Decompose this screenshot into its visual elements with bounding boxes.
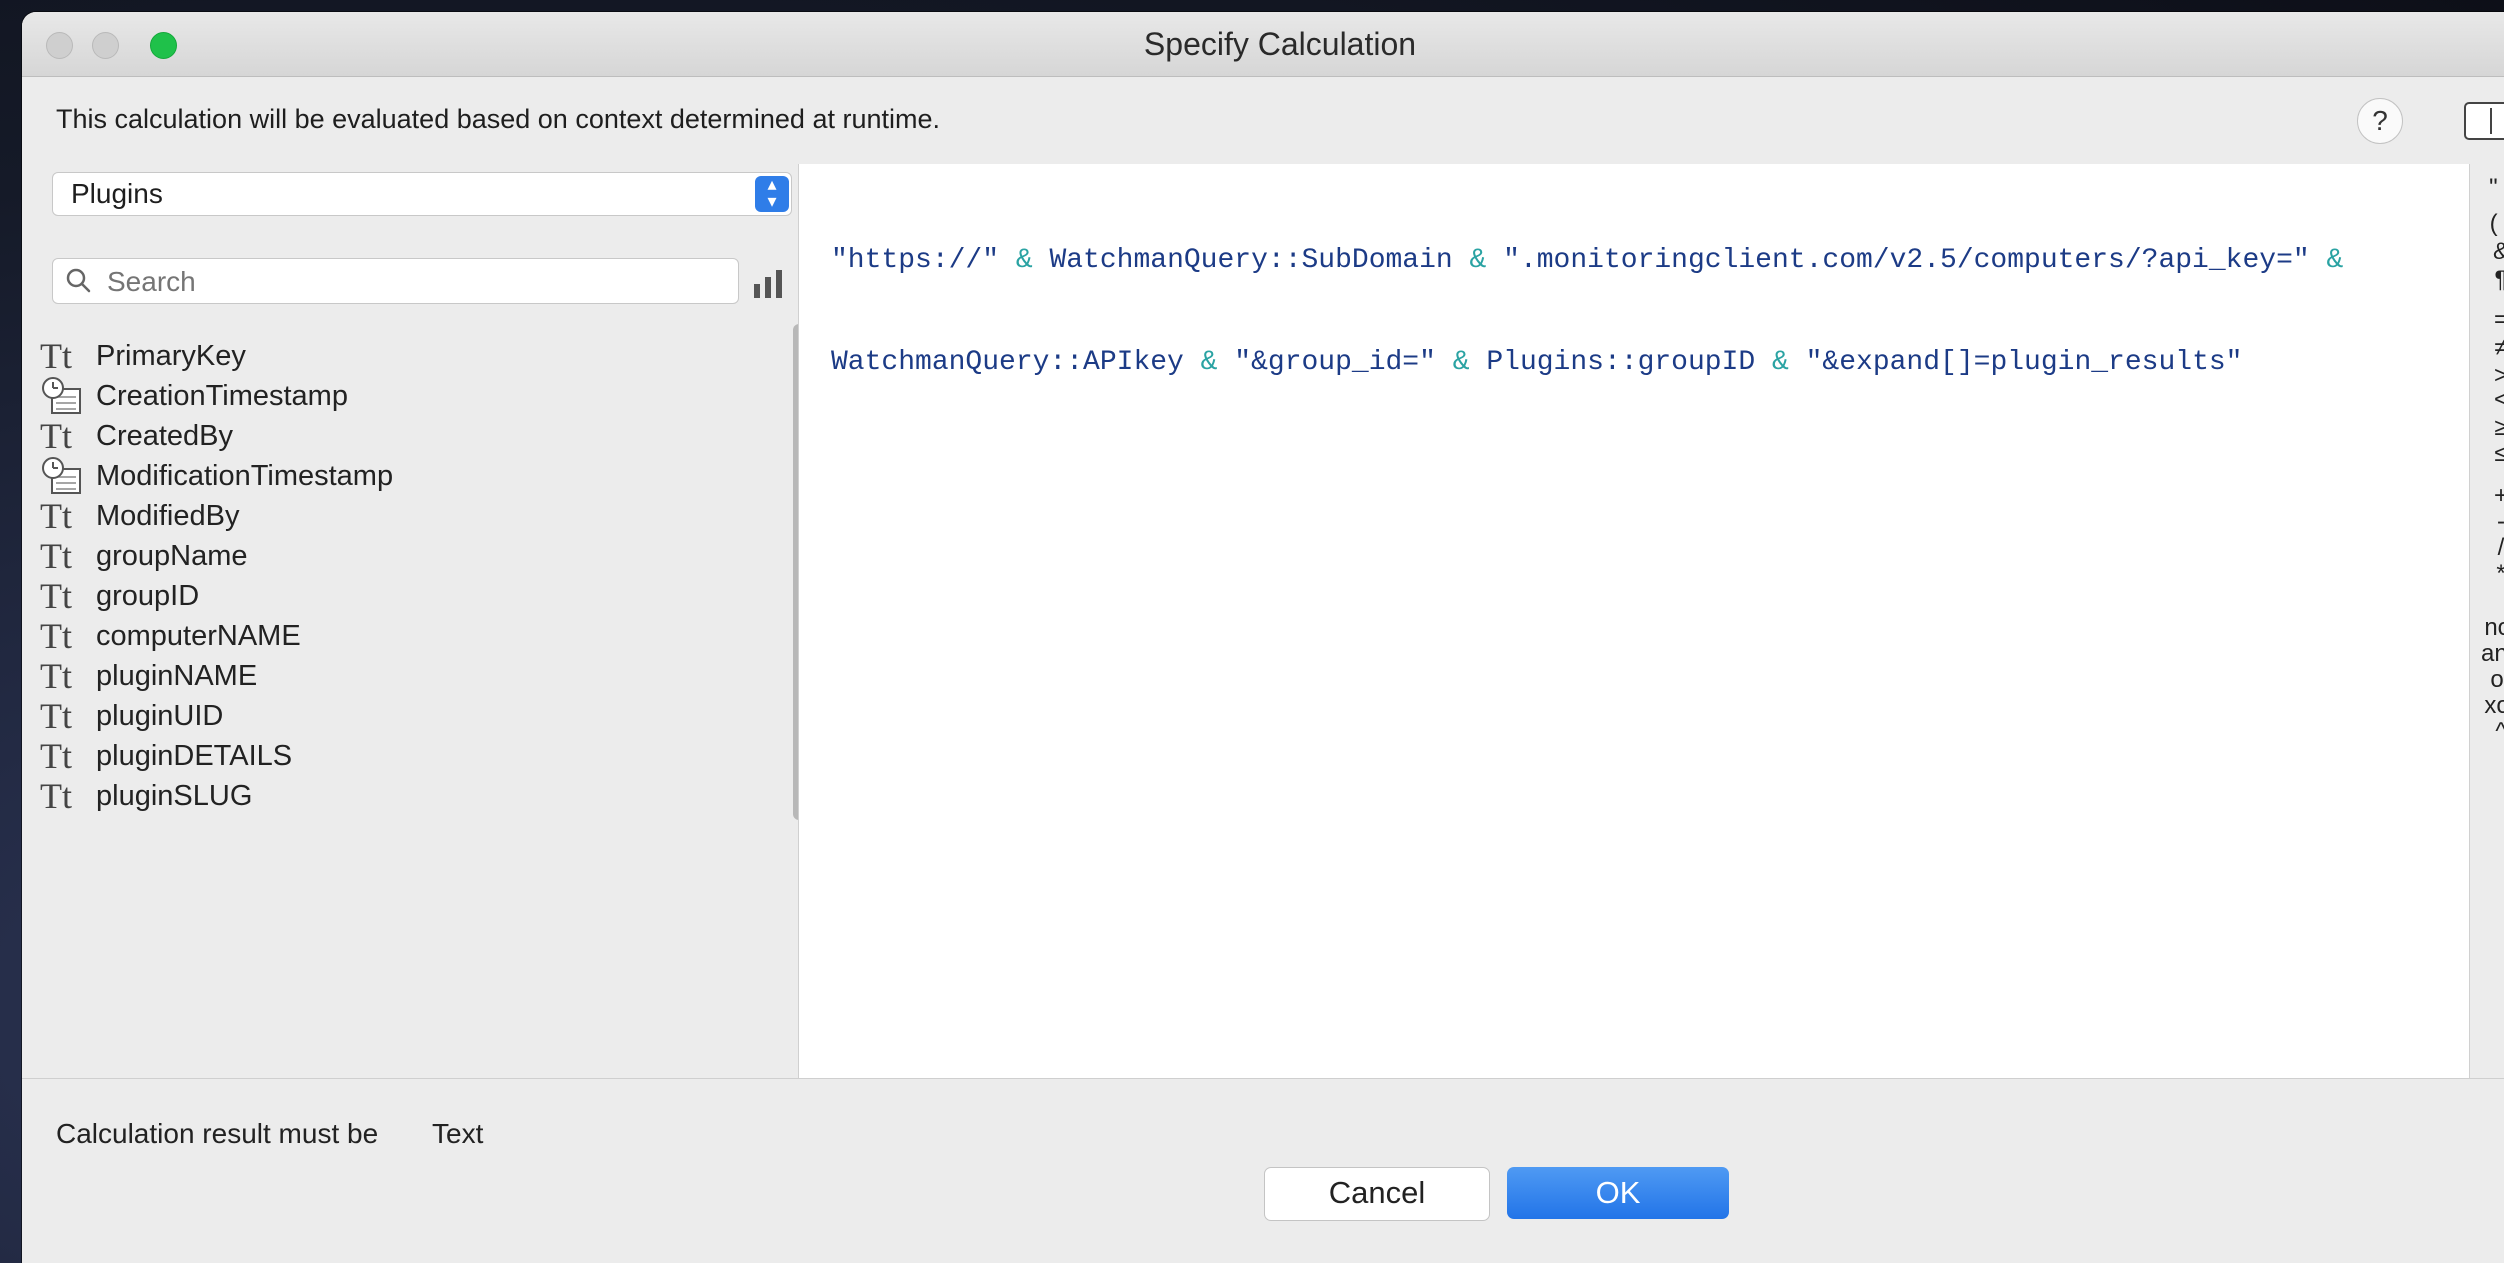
footer-divider (22, 1078, 2504, 1079)
operator-item[interactable]: or (2472, 666, 2504, 694)
formula-token-op: & (1435, 347, 1487, 378)
operator-item[interactable]: not (2472, 614, 2504, 642)
result-type-value[interactable]: Text (432, 1118, 483, 1150)
operator-item[interactable]: ¶ (2472, 266, 2504, 294)
search-icon (66, 268, 91, 293)
operator-item[interactable]: < (2472, 386, 2504, 414)
formula-line-1: "https://" & WatchmanQuery::SubDomain & … (831, 244, 2451, 278)
operator-item[interactable]: and (2472, 640, 2504, 668)
operator-item[interactable]: & (2472, 238, 2504, 266)
formula-line-2: WatchmanQuery::APIkey & "&group_id=" & P… (831, 346, 2451, 380)
formula-token-str: "https://" (831, 245, 1000, 276)
context-note: This calculation will be evaluated based… (56, 104, 940, 134)
result-type-label: Calculation result must be (56, 1118, 379, 1149)
operator-item[interactable]: - (2472, 508, 2504, 536)
search-input[interactable] (105, 263, 709, 301)
window-title: Specify Calculation (1143, 26, 1417, 62)
operator-item[interactable]: xor (2472, 692, 2504, 720)
table-context-value: Plugins (71, 178, 163, 209)
formula-token-op: & (2309, 245, 2344, 276)
operator-item[interactable]: ≠ (2472, 334, 2504, 362)
field-search-box[interactable] (52, 258, 739, 304)
formula-token-str: ".monitoringclient.com/v2.5/computers/?a… (1503, 245, 2310, 276)
sort-options-icon[interactable] (752, 268, 788, 298)
table-context-select[interactable]: Plugins ▴ ▾ (52, 172, 792, 216)
formula-token-op: & (999, 245, 1050, 276)
field-list: Tt PrimaryKey CreationTimestamp Tt Creat… (40, 324, 780, 1064)
formula-text[interactable]: "https://" & WatchmanQuery::SubDomain & … (831, 176, 2451, 448)
operator-item[interactable]: / (2472, 534, 2504, 562)
operator-item[interactable]: = (2472, 306, 2504, 334)
formula-token-op: & (1183, 347, 1235, 378)
select-stepper-icon: ▴ ▾ (755, 175, 789, 212)
operator-item[interactable]: ( ) (2472, 210, 2504, 238)
formula-token-field: Plugins::groupID (1486, 347, 1756, 378)
field-name: pluginSLUG (96, 780, 253, 812)
field-list-item[interactable]: Tt pluginSLUG (40, 764, 780, 828)
formula-token-str: "&group_id=" (1234, 347, 1436, 378)
operator-item[interactable]: " " (2472, 174, 2504, 202)
ok-button[interactable]: OK (1507, 1167, 1729, 1219)
operator-item[interactable]: ≤ (2472, 440, 2504, 468)
cancel-button[interactable]: Cancel (1264, 1167, 1490, 1221)
title-bar: Specify Calculation (22, 12, 2504, 77)
operator-item[interactable]: * (2472, 560, 2504, 588)
formula-token-field: WatchmanQuery::SubDomain (1049, 245, 1453, 276)
operator-item[interactable]: ≥ (2472, 414, 2504, 442)
formula-token-op: & (1755, 347, 1806, 378)
help-button[interactable]: ? (2357, 98, 2403, 144)
specify-calculation-dialog: Specify Calculation This calculation wil… (22, 12, 2504, 1263)
formula-token-op: & (1452, 245, 1504, 276)
text-type-icon: Tt (40, 776, 72, 816)
operators-panel: " "( )&¶=≠><≥≤+-/*notandorxor^ (2472, 164, 2504, 1078)
operator-item[interactable]: ^ (2472, 718, 2504, 746)
formula-token-field: WatchmanQuery::APIkey (831, 347, 1184, 378)
formula-token-str: "&expand[]=plugin_results" (1805, 347, 2243, 378)
toggle-operators-panel-icon[interactable] (2464, 102, 2504, 140)
operator-item[interactable]: + (2472, 482, 2504, 510)
formula-editor[interactable]: "https://" & WatchmanQuery::SubDomain & … (798, 164, 2470, 1078)
